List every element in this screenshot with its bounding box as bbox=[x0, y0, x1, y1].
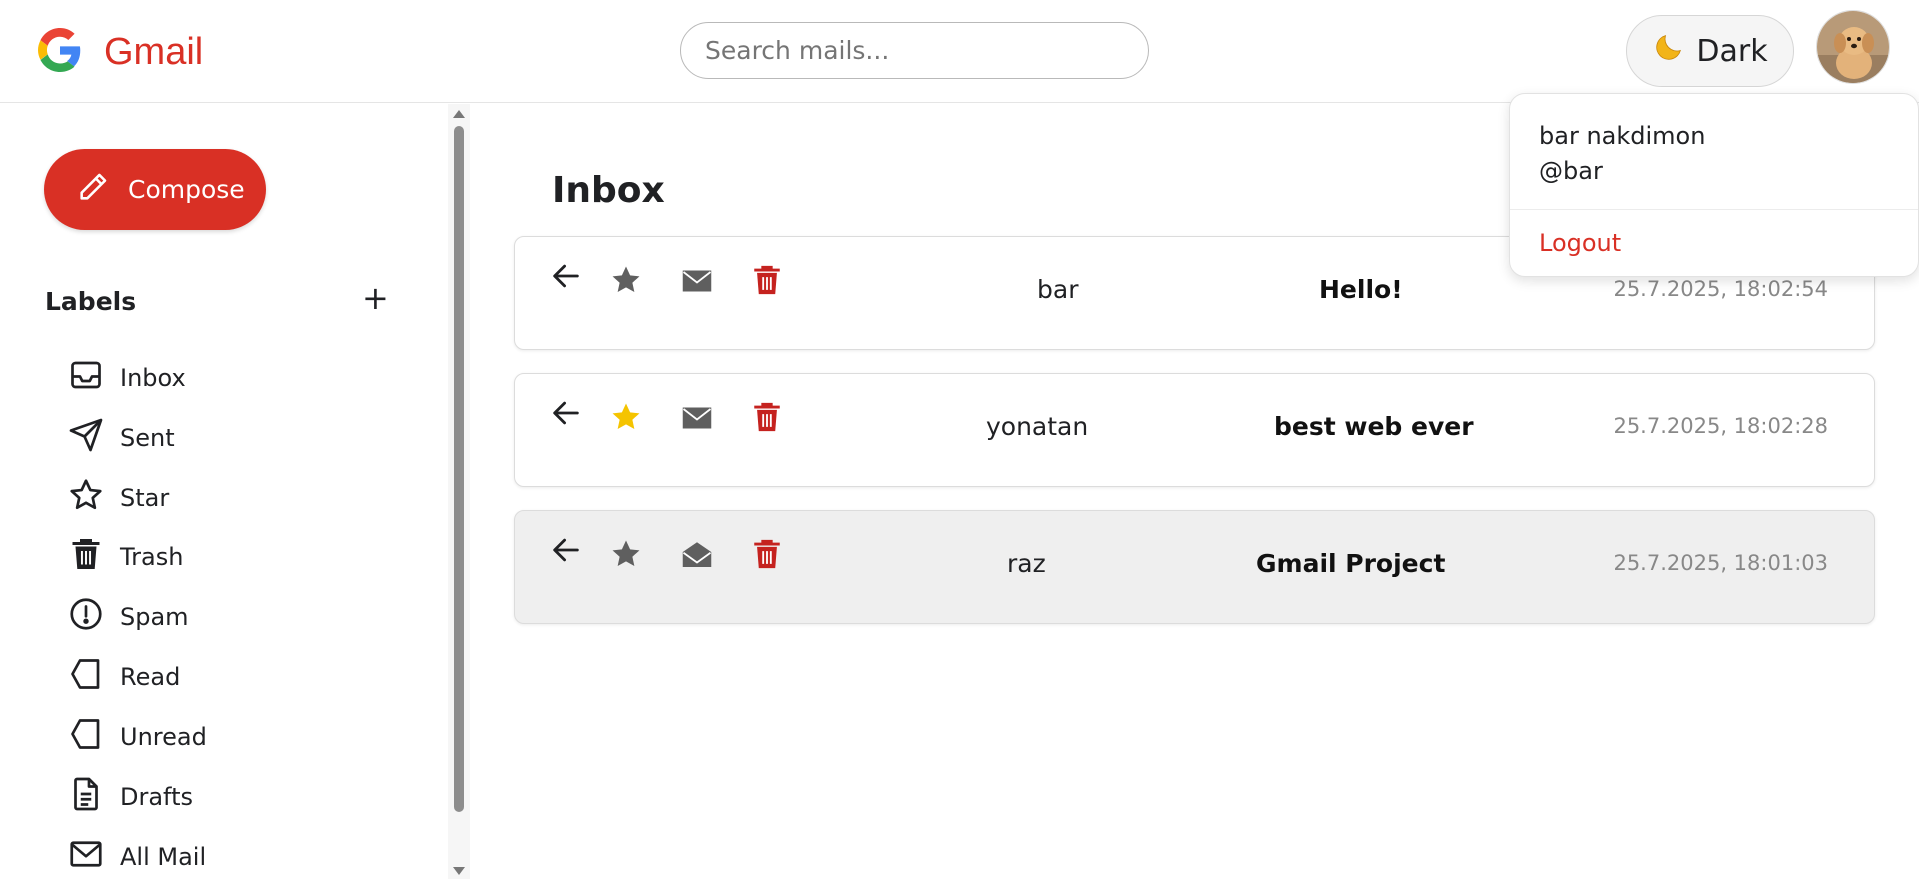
back-arrow-icon[interactable] bbox=[549, 259, 585, 295]
sidebar-item-spam[interactable]: Spam bbox=[68, 595, 189, 639]
tag-icon bbox=[68, 716, 104, 758]
mail-row[interactable]: raz Gmail Project 25.7.2025, 18:01:03 bbox=[514, 510, 1875, 624]
search-input[interactable] bbox=[680, 22, 1149, 79]
sidebar-scrollbar[interactable] bbox=[448, 104, 470, 879]
mail-row[interactable]: yonatan best web ever 25.7.2025, 18:02:2… bbox=[514, 373, 1875, 487]
user-menu-dropdown: bar nakdimon @bar Logout bbox=[1509, 93, 1919, 277]
draft-icon bbox=[68, 776, 104, 818]
spam-icon bbox=[68, 596, 104, 638]
top-header: Gmail Dark bbox=[0, 0, 1919, 103]
mark-read-envelope-icon[interactable] bbox=[679, 400, 715, 436]
google-logo-icon[interactable] bbox=[38, 28, 82, 72]
mail-sender: raz bbox=[1007, 549, 1046, 578]
brand-title[interactable]: Gmail bbox=[104, 31, 203, 74]
compose-label: Compose bbox=[128, 175, 245, 204]
sidebar-item-label: Unread bbox=[120, 723, 207, 751]
mail-sender: bar bbox=[1037, 275, 1079, 304]
scroll-up-arrow-icon[interactable] bbox=[453, 110, 465, 118]
delete-trash-icon[interactable] bbox=[750, 400, 786, 436]
tag-icon bbox=[68, 656, 104, 698]
sidebar-item-label: Inbox bbox=[120, 364, 186, 392]
scrollbar-thumb[interactable] bbox=[454, 126, 464, 812]
theme-toggle-label: Dark bbox=[1696, 33, 1768, 69]
avatar[interactable] bbox=[1816, 10, 1890, 84]
sidebar-item-label: Sent bbox=[120, 424, 175, 452]
sidebar-item-label: Drafts bbox=[120, 783, 193, 811]
logout-button[interactable]: Logout bbox=[1539, 229, 1621, 257]
scroll-down-arrow-icon[interactable] bbox=[453, 867, 465, 875]
back-arrow-icon[interactable] bbox=[549, 533, 585, 569]
user-handle: @bar bbox=[1539, 157, 1603, 185]
back-arrow-icon[interactable] bbox=[549, 396, 585, 432]
mark-unread-open-envelope-icon[interactable] bbox=[679, 537, 715, 573]
star-toggle-icon[interactable] bbox=[609, 263, 645, 299]
star-icon bbox=[68, 477, 104, 519]
mail-sender: yonatan bbox=[986, 412, 1089, 441]
sidebar-item-label: Trash bbox=[120, 543, 184, 571]
moon-icon bbox=[1652, 30, 1686, 72]
sidebar-item-label: All Mail bbox=[120, 843, 207, 871]
mail-date: 25.7.2025, 18:01:03 bbox=[1613, 551, 1828, 575]
mail-date: 25.7.2025, 18:02:28 bbox=[1613, 414, 1828, 438]
sidebar-item-sent[interactable]: Sent bbox=[68, 416, 175, 460]
sidebar: Compose Labels + Inbox Sent Star Trash S… bbox=[0, 104, 470, 879]
star-toggle-icon[interactable] bbox=[609, 400, 645, 436]
sidebar-item-label: Read bbox=[120, 663, 181, 691]
mail-subject: Hello! bbox=[1319, 275, 1403, 304]
trash-icon bbox=[68, 536, 104, 578]
mail-icon bbox=[68, 836, 104, 878]
add-label-button[interactable]: + bbox=[362, 279, 389, 317]
delete-trash-icon[interactable] bbox=[750, 263, 786, 299]
mail-subject: Gmail Project bbox=[1256, 549, 1446, 578]
mail-date: 25.7.2025, 18:02:54 bbox=[1613, 277, 1828, 301]
sidebar-item-drafts[interactable]: Drafts bbox=[68, 775, 193, 819]
labels-heading: Labels bbox=[45, 287, 137, 316]
delete-trash-icon[interactable] bbox=[750, 537, 786, 573]
sidebar-item-label: Spam bbox=[120, 603, 189, 631]
page-title: Inbox bbox=[552, 170, 665, 211]
sidebar-item-trash[interactable]: Trash bbox=[68, 535, 183, 579]
sidebar-item-inbox[interactable]: Inbox bbox=[68, 356, 186, 400]
sidebar-item-label: Star bbox=[120, 484, 170, 512]
inbox-icon bbox=[68, 357, 104, 399]
menu-divider bbox=[1510, 209, 1918, 210]
pencil-icon bbox=[76, 170, 110, 210]
sidebar-item-star[interactable]: Star bbox=[68, 476, 169, 520]
compose-button[interactable]: Compose bbox=[44, 149, 266, 230]
send-icon bbox=[68, 417, 104, 459]
user-name: bar nakdimon bbox=[1539, 122, 1706, 150]
mail-subject: best web ever bbox=[1274, 412, 1474, 441]
sidebar-item-read[interactable]: Read bbox=[68, 655, 180, 699]
sidebar-item-all-mail[interactable]: All Mail bbox=[68, 835, 206, 879]
mark-read-envelope-icon[interactable] bbox=[679, 263, 715, 299]
theme-toggle-button[interactable]: Dark bbox=[1626, 15, 1794, 87]
star-toggle-icon[interactable] bbox=[609, 537, 645, 573]
sidebar-item-unread[interactable]: Unread bbox=[68, 715, 207, 759]
